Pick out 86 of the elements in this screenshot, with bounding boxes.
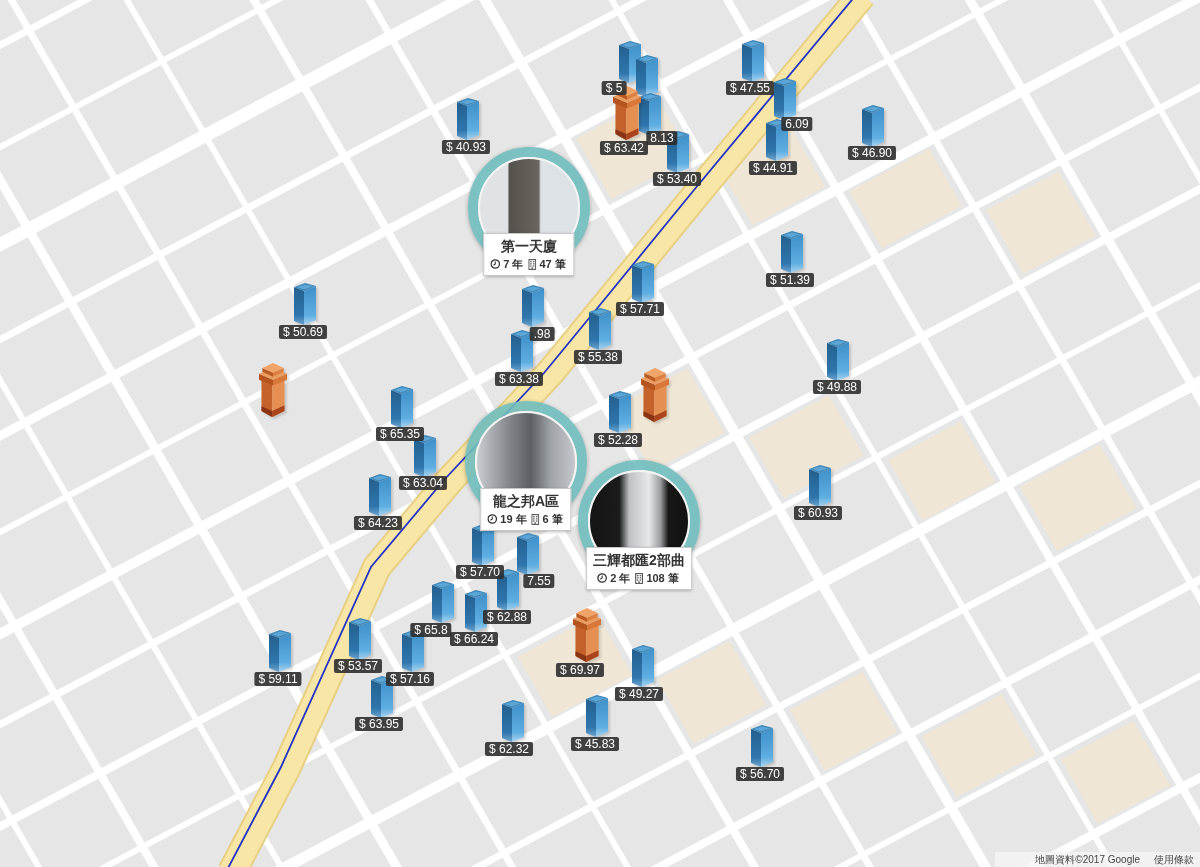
price-label: $ 47.55 [726,81,774,95]
price-label: $ 55.38 [574,350,622,364]
price-label: $ 62.88 [483,610,531,624]
tower-marker-icon[interactable] [781,231,803,273]
listing-count: 108 筆 [646,571,679,585]
tower-marker-icon[interactable] [589,308,611,350]
price-label: $ 56.70 [736,767,784,781]
tower-marker-icon[interactable] [632,261,654,303]
clock-icon [597,573,608,583]
building-icon [528,258,537,270]
price-label: .98 [529,327,555,341]
tower-marker-icon[interactable] [502,700,524,742]
price-label: $ 50.69 [279,325,327,339]
tower-marker-icon[interactable] [432,581,454,623]
map-data-credit: 地圖資料©2017 Google [1035,853,1140,866]
building-name: 三輝都匯2部曲 [593,551,685,569]
price-label: $ 69.97 [556,663,604,677]
tower-marker-icon[interactable] [751,725,773,767]
price-label: $ 63.95 [355,717,403,731]
tower-marker-icon[interactable] [774,78,796,120]
tower-marker-icon[interactable] [511,330,533,372]
building-icon [531,513,540,525]
listing-count: 47 筆 [539,257,566,271]
price-label: $ 52.28 [594,433,642,447]
tower-marker-icon[interactable] [809,465,831,507]
tower-marker-icon[interactable] [573,607,601,662]
tower-marker-icon[interactable] [457,98,479,140]
price-label: 6.09 [781,117,813,131]
tower-marker-icon[interactable] [742,40,764,82]
tower-marker-icon[interactable] [862,105,884,147]
building-age: 19 年 [500,512,527,526]
price-label: $ 49.27 [615,687,663,701]
tower-marker-icon[interactable] [391,386,413,428]
price-label: $ 46.90 [848,146,896,160]
tower-marker-icon[interactable] [369,474,391,516]
tower-marker-icon[interactable] [259,362,287,417]
price-label: $ 49.88 [813,380,861,394]
tower-marker-icon[interactable] [269,630,291,672]
price-label: $ 57.16 [386,672,434,686]
building-name: 龍之邦A區 [492,492,560,510]
price-label: $ 63.04 [399,476,447,490]
tower-marker-icon[interactable] [641,367,669,422]
price-label: $ 51.39 [766,273,814,287]
price-label: $ 40.93 [442,140,490,154]
price-label: $ 59.11 [254,672,302,686]
building-age: 2 年 [610,571,631,585]
tower-marker-icon[interactable] [517,533,539,575]
tower-marker-icon[interactable] [636,55,658,97]
price-label: $ 63.42 [600,141,648,155]
price-label: $ 44.91 [749,161,797,175]
tower-marker-icon[interactable] [349,618,371,660]
clock-icon [490,259,501,269]
clock-icon [487,514,498,524]
tower-marker-icon[interactable] [613,85,641,140]
price-label: $ 64.23 [354,516,402,530]
cluster-info-tooltip[interactable]: 龍之邦A區 19 年 6 筆 [480,488,572,531]
building-name: 第一天廈 [501,237,557,255]
tower-marker-icon[interactable] [827,339,849,381]
tower-marker-icon[interactable] [609,391,631,433]
price-label: $ 53.40 [653,172,701,186]
tower-marker-icon[interactable] [294,283,316,325]
listing-count: 6 筆 [542,512,563,526]
price-label: $ 66.24 [450,632,498,646]
tower-marker-icon[interactable] [522,285,544,327]
building-age: 7 年 [503,257,524,271]
cluster-info-tooltip[interactable]: 第一天廈 7 年 47 筆 [483,233,575,276]
price-label: $ 60.93 [794,506,842,520]
price-label: $ 65.8 [410,623,452,637]
price-label: $ 65.35 [376,427,424,441]
price-label: 8.13 [646,131,678,145]
price-label: $ 63.38 [495,372,543,386]
tower-marker-icon[interactable] [465,590,487,632]
price-label: 7.55 [523,574,555,588]
cluster-info-tooltip[interactable]: 三輝都匯2部曲 2 年 108 筆 [586,547,692,590]
price-label: $ 53.57 [334,659,382,673]
price-label: $ 5 [601,81,627,95]
tower-marker-icon[interactable] [766,119,788,161]
price-label: $ 45.83 [571,737,619,751]
price-label: $ 57.71 [616,302,664,316]
tower-marker-icon[interactable] [632,645,654,687]
price-label: $ 62.32 [485,742,533,756]
price-label: $ 57.70 [456,565,504,579]
building-icon [635,572,644,584]
tower-marker-icon[interactable] [586,695,608,737]
tower-marker-icon[interactable] [639,93,661,135]
terms-link[interactable]: 使用條款 [1154,853,1194,866]
